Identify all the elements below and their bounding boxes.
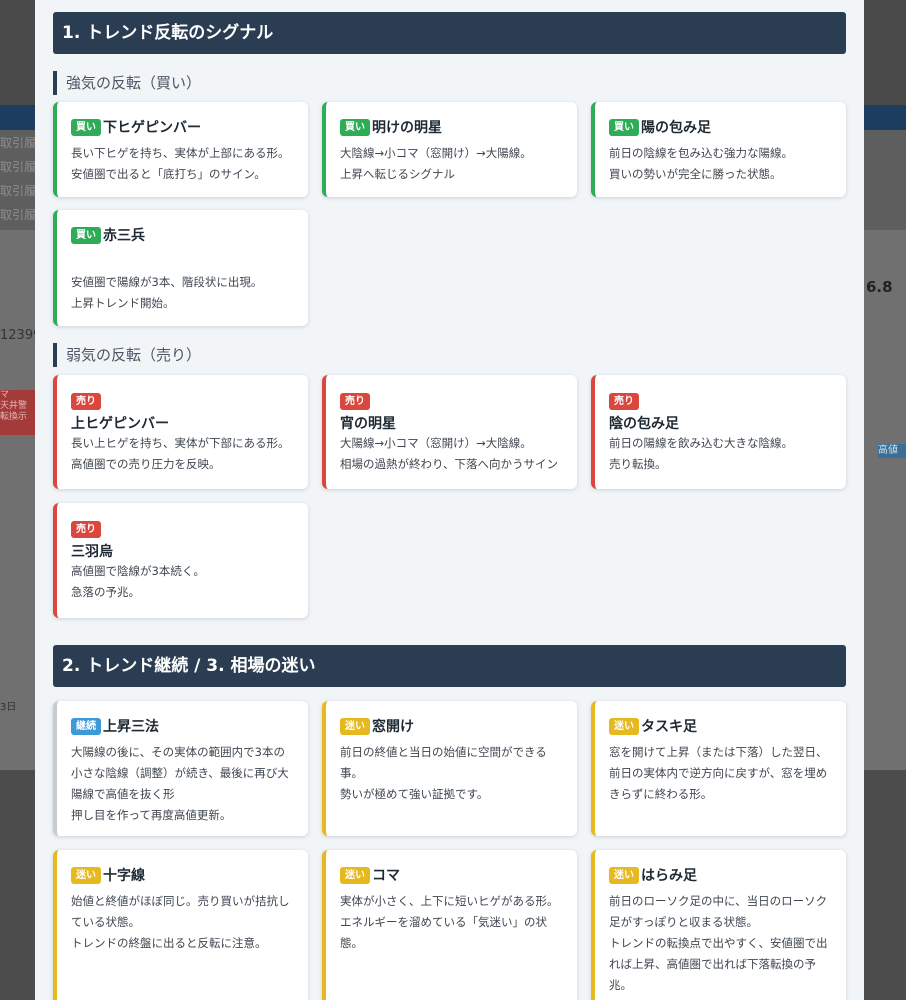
pattern-title: 宵の明星 <box>340 416 396 432</box>
candlestick-guide-modal[interactable]: 1. トレンド反転のシグナル 強気の反転（買い） 買い 下ヒゲピンバー 長い下ヒ… <box>35 0 864 1000</box>
pattern-description: 実体が小さく、上下に短いヒゲがある形。 エネルギーを溜めている「気迷い」の状 態… <box>340 894 559 950</box>
indecision-badge: 迷い <box>71 866 101 884</box>
section-title-reversal: 1. トレンド反転のシグナル <box>53 12 846 54</box>
bull-reversal-heading: 強気の反転（買い） <box>53 71 201 95</box>
indecision-badge: 迷い <box>340 717 370 735</box>
pattern-card-doji[interactable]: 迷い 十字線 始値と終値がほぼ同じ。売り買いが拮抗し ている状態。 トレンドの終… <box>53 850 308 1000</box>
pattern-description: 前日の陰線を包み込む強力な陽線。 買いの勢いが完全に勝った状態。 <box>609 146 793 181</box>
background-date-label: 3日 <box>0 702 17 713</box>
pattern-description: 大陽線の後に、その実体の範囲内で3本の 小さな陰線（調整）が続き、最後に再び大 … <box>71 745 289 822</box>
pattern-title: 三羽烏 <box>71 544 113 560</box>
pattern-card-gap[interactable]: 迷い 窓開け 前日の終値と当日の始値に空間ができる 事。 勢いが極めて強い証拠で… <box>322 701 577 836</box>
pattern-title: はらみ足 <box>641 868 697 884</box>
pattern-card-evening-star[interactable]: 売り 宵の明星 大陽線→小コマ（窓開け）→大陰線。 相場の過熱が終わり、下落へ向… <box>322 375 577 489</box>
pattern-title: タスキ足 <box>641 719 697 735</box>
background-value: 6.8 <box>866 278 893 296</box>
pattern-description: 大陽線→小コマ（窓開け）→大陰線。 相場の過熱が終わり、下落へ向かうサイン <box>340 436 559 471</box>
buy-badge: 買い <box>71 118 101 136</box>
background-tag-line: マ <box>0 390 10 400</box>
pattern-card-bullish-engulfing[interactable]: 買い 陽の包み足 前日の陰線を包み込む強力な陽線。 買いの勢いが完全に勝った状態… <box>591 102 846 197</box>
sell-badge: 売り <box>340 393 370 410</box>
background-tag-left: マ 天井警 転換示 <box>0 390 35 435</box>
background-tag-right: 高値 <box>878 444 906 458</box>
pattern-title: 陰の包み足 <box>609 416 679 432</box>
pattern-card-rising-three-methods[interactable]: 継続 上昇三法 大陽線の後に、その実体の範囲内で3本の 小さな陰線（調整）が続き… <box>53 701 308 836</box>
pattern-card-hammer[interactable]: 買い 下ヒゲピンバー 長い下ヒゲを持ち、実体が上部にある形。 安値圏で出ると「底… <box>53 102 308 197</box>
background-tag-line: 転換示 <box>0 412 28 422</box>
pattern-title: 陽の包み足 <box>641 120 711 136</box>
indecision-badge: 迷い <box>340 866 370 884</box>
indecision-badge: 迷い <box>609 717 639 735</box>
pattern-card-shooting-star[interactable]: 売り 上ヒゲピンバー 長い上ヒゲを持ち、実体が下部にある形。 高値圏での売り圧力… <box>53 375 308 489</box>
background-row: 取引履 <box>0 136 37 150</box>
background-tag-line: 天井警 <box>0 401 28 411</box>
sell-badge: 売り <box>71 521 101 538</box>
pattern-description: 前日の終値と当日の始値に空間ができる 事。 勢いが極めて強い証拠です。 <box>340 745 547 801</box>
pattern-description: 窓を開けて上昇（または下落）した翌日、 前日の実体内で逆方向に戻すが、窓を埋め … <box>609 745 828 801</box>
continuation-badge: 継続 <box>71 717 101 735</box>
pattern-card-three-black-crows[interactable]: 売り 三羽烏 高値圏で陰線が3本続く。 急落の予兆。 <box>53 503 308 618</box>
background-row: 取引履 <box>0 160 37 174</box>
buy-badge: 買い <box>340 118 370 136</box>
pattern-card-tasuki[interactable]: 迷い タスキ足 窓を開けて上昇（または下落）した翌日、 前日の実体内で逆方向に戻… <box>591 701 846 836</box>
pattern-card-three-white-soldiers[interactable]: 買い 赤三兵 安値圏で陽線が3本、階段状に出現。 上昇トレンド開始。 <box>53 210 308 326</box>
pattern-title: 上昇三法 <box>103 719 159 735</box>
pattern-title: コマ <box>372 868 400 884</box>
pattern-description: 大陰線→小コマ（窓開け）→大陽線。 上昇へ転じるシグナル <box>340 146 532 181</box>
pattern-description: 高値圏で陰線が3本続く。 急落の予兆。 <box>71 564 205 599</box>
background-row: 取引履 <box>0 208 37 222</box>
sell-badge: 売り <box>71 393 101 410</box>
pattern-title: 下ヒゲピンバー <box>103 120 201 136</box>
bear-reversal-heading: 弱気の反転（売り） <box>53 343 201 367</box>
indecision-badge: 迷い <box>609 866 639 884</box>
pattern-card-harami[interactable]: 迷い はらみ足 前日のローソク足の中に、当日のローソク 足がすっぽりと収まる状態… <box>591 850 846 1000</box>
pattern-card-morning-star[interactable]: 買い 明けの明星 大陰線→小コマ（窓開け）→大陽線。 上昇へ転じるシグナル <box>322 102 577 197</box>
pattern-title: 上ヒゲピンバー <box>71 416 169 432</box>
section-title-continuation-indecision: 2. トレンド継続 / 3. 相場の迷い <box>53 645 846 687</box>
pattern-description: 前日のローソク足の中に、当日のローソク 足がすっぽりと収まる状態。 トレンドの転… <box>609 894 828 992</box>
pattern-title: 赤三兵 <box>103 228 145 244</box>
pattern-description: 安値圏で陽線が3本、階段状に出現。 上昇トレンド開始。 <box>71 275 263 310</box>
pattern-description: 前日の陽線を飲み込む大きな陰線。 売り転換。 <box>609 436 793 471</box>
pattern-description: 始値と終値がほぼ同じ。売り買いが拮抗し ている状態。 トレンドの終盤に出ると反転… <box>71 894 290 950</box>
pattern-title: 明けの明星 <box>372 120 442 136</box>
pattern-title: 十字線 <box>103 868 145 884</box>
background-row: 取引履 <box>0 184 37 198</box>
buy-badge: 買い <box>609 118 639 136</box>
pattern-card-spinning-top[interactable]: 迷い コマ 実体が小さく、上下に短いヒゲがある形。 エネルギーを溜めている「気迷… <box>322 850 577 1000</box>
buy-badge: 買い <box>71 226 101 244</box>
pattern-description: 長い下ヒゲを持ち、実体が上部にある形。 安値圏で出ると「底打ち」のサイン。 <box>71 146 290 181</box>
pattern-title: 窓開け <box>372 719 414 735</box>
pattern-description: 長い上ヒゲを持ち、実体が下部にある形。 高値圏での売り圧力を反映。 <box>71 436 290 471</box>
pattern-card-bearish-engulfing[interactable]: 売り 陰の包み足 前日の陽線を飲み込む大きな陰線。 売り転換。 <box>591 375 846 489</box>
sell-badge: 売り <box>609 393 639 410</box>
